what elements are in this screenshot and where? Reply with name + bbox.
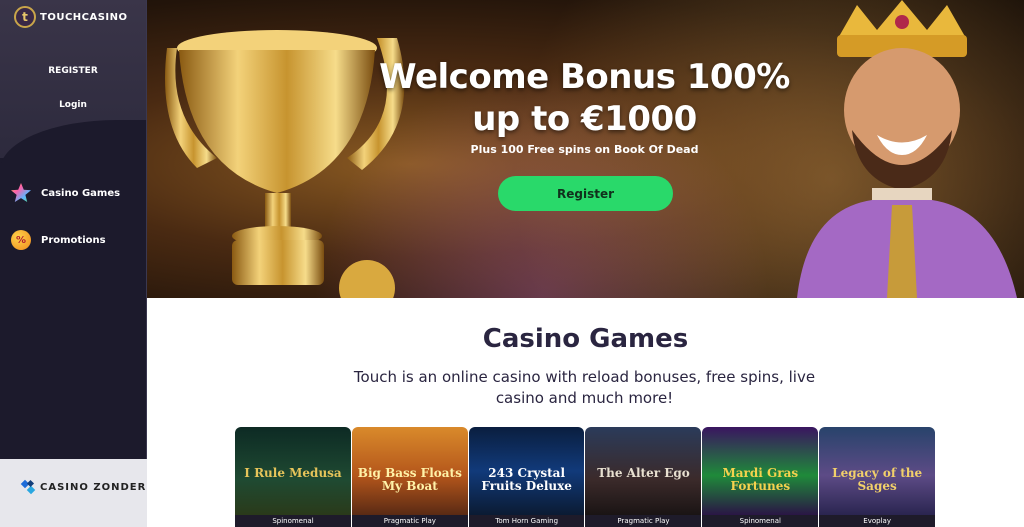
game-provider: Pragmatic Play xyxy=(585,515,702,527)
game-provider: Evoplay xyxy=(819,515,935,527)
game-provider: Pragmatic Play xyxy=(351,515,468,527)
sidebar-item-casino-games[interactable]: Casino Games xyxy=(10,182,120,204)
section-description: Touch is an online casino with reload bo… xyxy=(353,368,816,407)
sidebar: t TOUCHCASINO REGISTER Login Casino Game… xyxy=(0,0,183,527)
game-card[interactable]: Legacy of the Sages Evoplay xyxy=(819,427,935,527)
sidebar-item-promotions[interactable]: % Promotions xyxy=(10,229,106,251)
game-card[interactable]: Mardi Gras Fortunes Spinomenal xyxy=(702,427,819,527)
hero-register-button[interactable]: Register xyxy=(498,176,673,211)
game-title: The Alter Ego xyxy=(597,466,690,480)
hero-banner: Welcome Bonus 100% up to €1000 Plus 100 … xyxy=(147,0,1024,298)
game-title: Legacy of the Sages xyxy=(832,466,923,493)
game-card[interactable]: Big Bass Floats My Boat Pragmatic Play xyxy=(351,427,468,527)
sidebar-register-link[interactable]: REGISTER xyxy=(0,66,146,76)
watermark-banner: CASINO ZONDER ID.IN xyxy=(0,459,183,527)
game-provider: Tom Horn Gaming xyxy=(468,515,585,527)
logo-text: TOUCHCASINO xyxy=(40,11,128,23)
game-title: Mardi Gras Fortunes xyxy=(722,466,799,493)
game-card[interactable]: 243 Crystal Fruits Deluxe Tom Horn Gamin… xyxy=(468,427,585,527)
hero-title-line1: Welcome Bonus 100% xyxy=(379,57,790,97)
game-title: I Rule Medusa xyxy=(244,466,342,480)
diamond-logo-icon xyxy=(20,479,36,495)
hero-title-line2: up to €1000 xyxy=(472,99,697,139)
game-card[interactable]: The Alter Ego Pragmatic Play xyxy=(585,427,702,527)
game-title: Big Bass Floats My Boat xyxy=(357,466,462,493)
game-provider: Spinomenal xyxy=(235,515,351,527)
sidebar-item-label: Promotions xyxy=(41,234,106,246)
brand-logo[interactable]: t TOUCHCASINO xyxy=(14,6,128,28)
game-provider: Spinomenal xyxy=(702,515,819,527)
sidebar-login-link[interactable]: Login xyxy=(0,100,146,110)
star-icon xyxy=(10,182,32,204)
king-character-icon xyxy=(797,0,1017,298)
sidebar-item-label: Casino Games xyxy=(41,187,121,199)
percent-badge-icon: % xyxy=(10,229,32,251)
game-card[interactable]: I Rule Medusa Spinomenal xyxy=(235,427,351,527)
logo-mark-icon: t xyxy=(14,6,36,28)
app-root: t TOUCHCASINO REGISTER Login Casino Game… xyxy=(0,0,1024,527)
game-title: 243 Crystal Fruits Deluxe xyxy=(481,466,572,493)
game-grid: I Rule Medusa Spinomenal Big Bass Floats… xyxy=(235,427,935,527)
main-content: Casino Games Touch is an online casino w… xyxy=(147,298,1024,527)
hero-title: Welcome Bonus 100% up to €1000 xyxy=(357,56,812,140)
hero-subtitle: Plus 100 Free spins on Book Of Dead xyxy=(470,143,699,156)
section-title: Casino Games xyxy=(482,324,689,354)
